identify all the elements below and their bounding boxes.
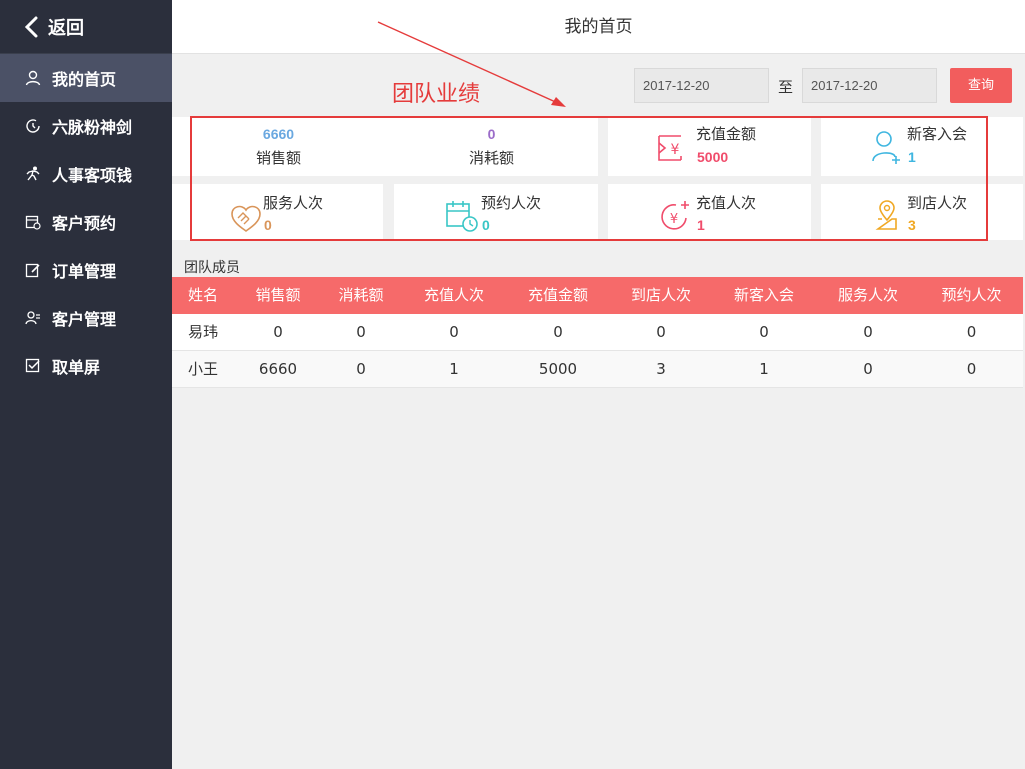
sales-stat: 6660 销售额 bbox=[172, 117, 385, 176]
column-header: 到店人次 bbox=[630, 286, 691, 304]
column-header: 姓名 bbox=[188, 286, 219, 304]
sidebar-item-customers[interactable]: 客户管理 bbox=[0, 294, 172, 342]
appointment-count-value: 0 bbox=[482, 217, 490, 233]
table-cell: 3 bbox=[656, 360, 666, 378]
table-cell: 1 bbox=[759, 360, 769, 378]
annotation-label: 团队业绩 bbox=[392, 82, 481, 107]
table-cell: 0 bbox=[966, 323, 977, 341]
calendar-icon bbox=[24, 213, 42, 231]
sidebar-item-label: 六脉粉神剑 bbox=[52, 118, 133, 137]
svg-text:¥: ¥ bbox=[671, 142, 680, 158]
recharge-amount-card: ¥ 充值金额 5000 bbox=[608, 117, 811, 176]
back-button[interactable]: 返回 bbox=[0, 0, 172, 54]
sales-value: 6660 bbox=[262, 126, 295, 142]
table-row[interactable]: 易玮 0 0 0 0 0 0 0 0 bbox=[172, 314, 1023, 351]
svg-text:¥: ¥ bbox=[670, 212, 678, 227]
service-count-value: 0 bbox=[264, 217, 272, 233]
new-members-label: 新客入会 bbox=[907, 125, 968, 143]
table-cell: 0 bbox=[553, 323, 563, 341]
column-header: 销售额 bbox=[255, 286, 301, 304]
sidebar-item-label: 客户预约 bbox=[52, 214, 117, 233]
visit-count-label: 到店人次 bbox=[907, 194, 968, 212]
recharge-count-value: 1 bbox=[697, 217, 705, 233]
column-header: 充值人次 bbox=[423, 286, 484, 304]
person-run-icon bbox=[24, 165, 42, 183]
column-header: 预约人次 bbox=[941, 286, 1002, 304]
table-cell: 5000 bbox=[538, 360, 578, 378]
column-header: 新客入会 bbox=[733, 286, 794, 304]
clock-icon bbox=[24, 117, 42, 135]
consume-value: 0 bbox=[487, 126, 496, 142]
sidebar-item-home[interactable]: 我的首页 bbox=[0, 54, 172, 102]
sales-label: 销售额 bbox=[255, 149, 301, 167]
back-label: 返回 bbox=[48, 17, 84, 39]
sidebar-item-appointment[interactable]: 客户预约 bbox=[0, 198, 172, 246]
user-icon bbox=[24, 69, 42, 87]
recharge-amount-label: 充值金额 bbox=[696, 125, 757, 143]
table-cell: 1 bbox=[449, 360, 459, 378]
column-header: 服务人次 bbox=[837, 286, 898, 304]
recharge-count-icon: ¥ bbox=[661, 201, 689, 230]
service-count-label: 服务人次 bbox=[263, 194, 324, 212]
table-cell: 0 bbox=[863, 323, 873, 341]
table-cell: 0 bbox=[273, 323, 283, 341]
column-header: 消耗额 bbox=[338, 286, 384, 304]
consume-stat: 0 消耗额 bbox=[385, 117, 598, 176]
table-body: 易玮 0 0 0 0 0 0 0 0 小王 6660 0 1 5000 3 1 … bbox=[172, 314, 1023, 388]
table-cell: 易玮 bbox=[188, 323, 219, 341]
recharge-money-icon: ¥ bbox=[658, 135, 682, 161]
recharge-count-card: ¥ 充值人次 1 bbox=[608, 184, 811, 240]
visit-count-value: 3 bbox=[908, 217, 916, 233]
store-location-icon bbox=[875, 200, 897, 230]
appointment-count-card: 预约人次 0 bbox=[394, 184, 598, 240]
page-title: 我的首页 bbox=[172, 0, 1025, 54]
team-table: 姓名 销售额 消耗额 充值人次 充值金额 到店人次 新客入会 服务人次 预约人次… bbox=[172, 277, 1023, 388]
sidebar-item-renshi[interactable]: 人事客项钱 bbox=[0, 150, 172, 198]
handshake-icon bbox=[231, 205, 261, 232]
table-cell: 0 bbox=[356, 360, 366, 378]
table-header: 姓名 销售额 消耗额 充值人次 充值金额 到店人次 新客入会 服务人次 预约人次 bbox=[172, 277, 1023, 314]
table-cell: 0 bbox=[863, 360, 873, 378]
edit-icon bbox=[24, 261, 42, 279]
users-icon bbox=[24, 309, 42, 327]
table-cell: 0 bbox=[656, 323, 666, 341]
new-member-icon bbox=[872, 131, 900, 164]
sidebar: 返回 我的首页 六脉粉神剑 人事客项钱 客户预约 订单管理 客户管理 取单屏 bbox=[0, 0, 172, 769]
visit-count-card: 到店人次 3 bbox=[821, 184, 1023, 240]
table-cell: 0 bbox=[759, 323, 769, 341]
to-label: 至 bbox=[778, 78, 794, 96]
sales-consume-card: 6660 销售额 0 消耗额 bbox=[172, 117, 598, 176]
appointment-calendar-icon bbox=[446, 201, 478, 232]
team-section-title: 团队成员 bbox=[184, 260, 240, 276]
sidebar-item-label: 取单屏 bbox=[52, 358, 101, 377]
chevron-left-icon bbox=[24, 16, 38, 37]
recharge-amount-value: 5000 bbox=[697, 149, 729, 165]
end-date-input[interactable]: 2017-12-20 bbox=[802, 68, 937, 103]
sidebar-item-orders[interactable]: 订单管理 bbox=[0, 246, 172, 294]
sidebar-item-liumai[interactable]: 六脉粉神剑 bbox=[0, 102, 172, 150]
new-members-value: 1 bbox=[908, 149, 916, 165]
table-cell: 小王 bbox=[188, 360, 219, 378]
sidebar-item-label: 客户管理 bbox=[52, 310, 117, 329]
sidebar-item-label: 人事客项钱 bbox=[52, 166, 133, 185]
table-cell: 0 bbox=[356, 323, 366, 341]
sidebar-item-label: 我的首页 bbox=[52, 70, 117, 89]
checkbox-icon bbox=[24, 357, 42, 375]
table-cell: 6660 bbox=[258, 360, 298, 378]
table-cell: 0 bbox=[449, 323, 459, 341]
service-count-card: 服务人次 0 bbox=[172, 184, 383, 240]
table-cell: 0 bbox=[966, 360, 977, 378]
sidebar-item-pickup[interactable]: 取单屏 bbox=[0, 342, 172, 390]
column-header: 充值金额 bbox=[527, 286, 588, 304]
start-date-input[interactable]: 2017-12-20 bbox=[634, 68, 769, 103]
recharge-count-label: 充值人次 bbox=[696, 194, 757, 212]
query-button[interactable]: 查询 bbox=[950, 68, 1012, 103]
consume-label: 消耗额 bbox=[468, 149, 514, 167]
new-members-card: 新客入会 1 bbox=[821, 117, 1023, 176]
sidebar-item-label: 订单管理 bbox=[52, 262, 117, 281]
appointment-count-label: 预约人次 bbox=[481, 194, 542, 212]
table-row[interactable]: 小王 6660 0 1 5000 3 1 0 0 bbox=[172, 351, 1023, 388]
